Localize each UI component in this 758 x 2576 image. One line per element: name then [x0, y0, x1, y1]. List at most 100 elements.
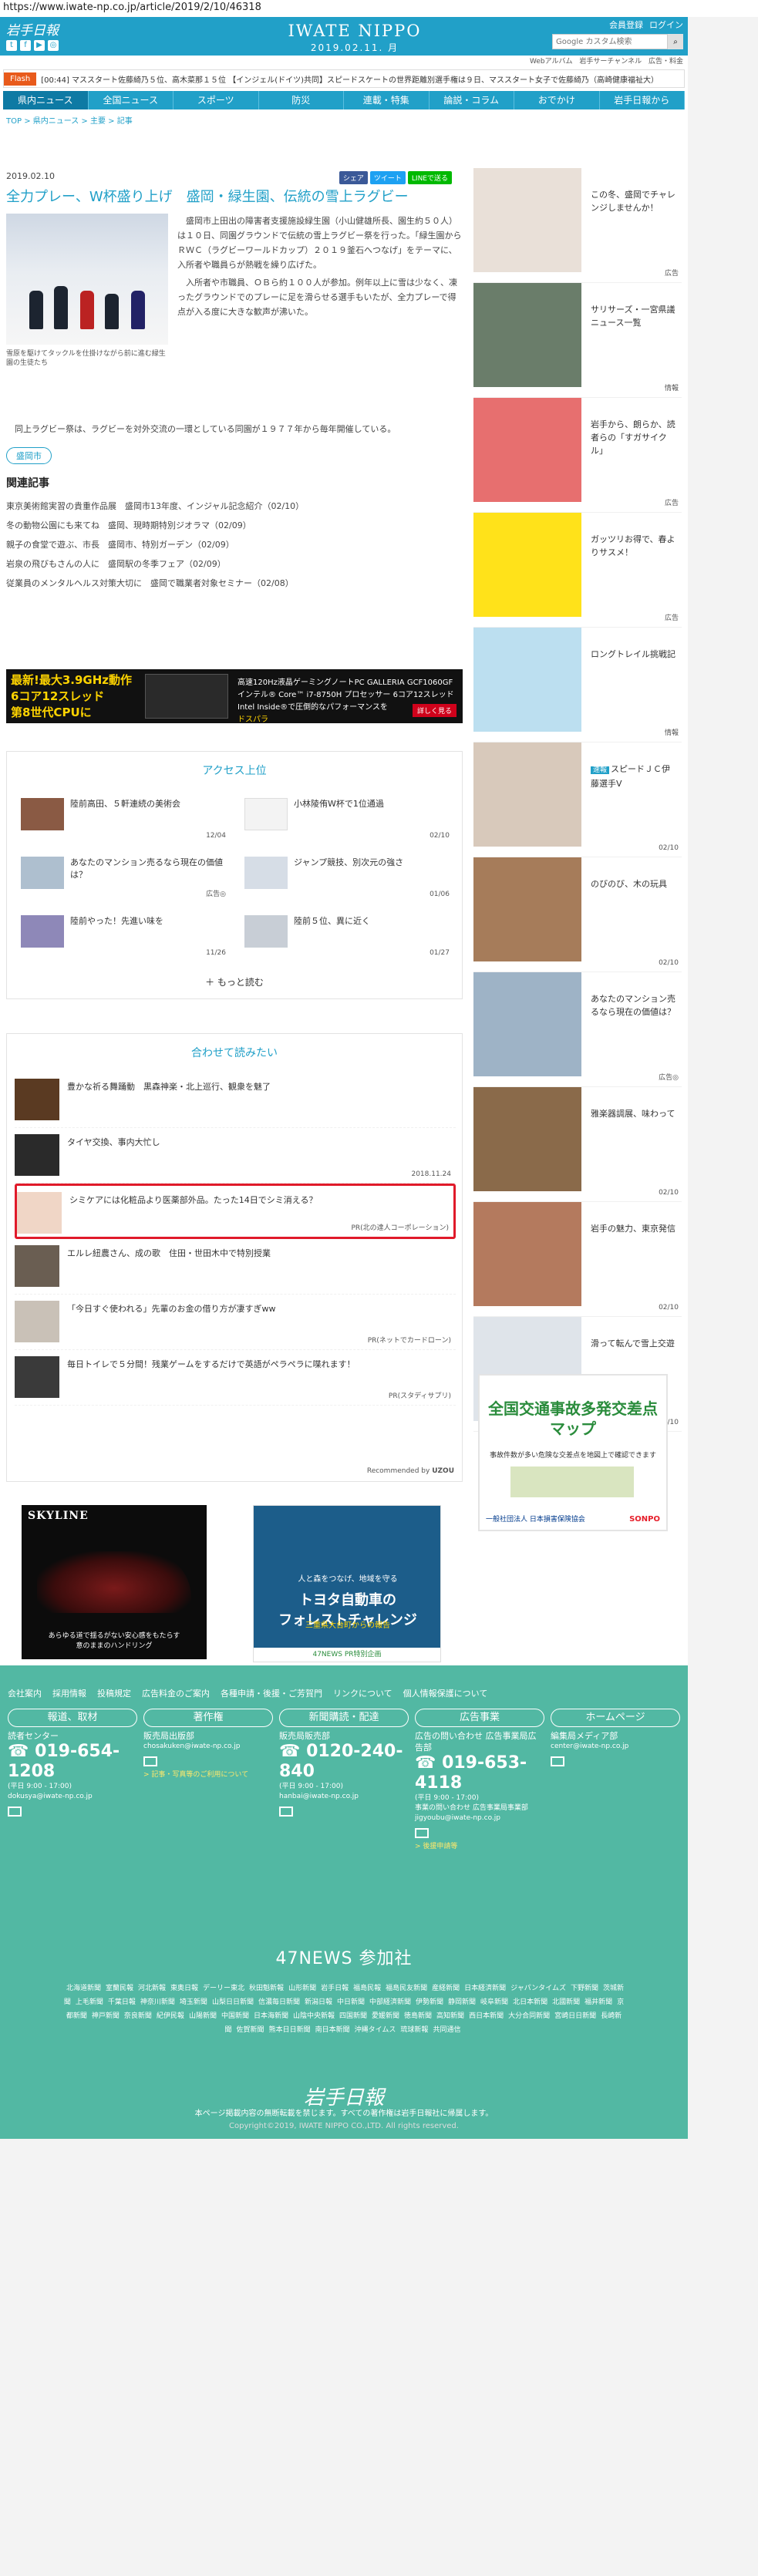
mail-icon[interactable]: [8, 1807, 22, 1817]
partner-paper-link[interactable]: 福島民報: [353, 1985, 381, 1992]
partner-paper-link[interactable]: 西日本新聞: [469, 2012, 504, 2020]
footer-col-mail[interactable]: 事業の問い合わせ 広告事業局事業部 jigyoubu@iwate-np.co.j…: [415, 1803, 544, 1823]
flash-text[interactable]: [00:44] マススタート佐藤綺乃５位、高木菜那１５位 【インジェル(ドイツ)…: [41, 73, 659, 85]
partner-paper-link[interactable]: 東奥日報: [170, 1985, 198, 1992]
partner-paper-link[interactable]: 山陰中央新報: [293, 2012, 335, 2020]
footer-col-head[interactable]: ホームページ: [551, 1709, 680, 1727]
partner-paper-link[interactable]: 紀伊民報: [157, 2012, 184, 2020]
partner-paper-link[interactable]: 山形新聞: [288, 1985, 316, 1992]
nav-disaster[interactable]: 防災: [259, 91, 344, 109]
partner-paper-link[interactable]: 神戸新聞: [92, 2012, 120, 2020]
phone-number[interactable]: ☎ 019-653-4118: [415, 1753, 544, 1793]
sidebar-item[interactable]: サリサーズ・一宮県議ニュース一覧 情報: [473, 283, 682, 398]
footer-col-note[interactable]: > 後援申請等: [415, 1840, 544, 1850]
read-more-link[interactable]: ＋ もっと読む: [7, 975, 462, 988]
mail-icon[interactable]: [279, 1807, 293, 1817]
list-item[interactable]: シミケアには化粧品より医薬部外品。たった14日でシミ消える？ PR(北の達人コー…: [15, 1184, 456, 1239]
footer-logo[interactable]: 岩手日報: [0, 2082, 688, 2110]
footer-col-head[interactable]: 広告事業: [415, 1709, 544, 1727]
partner-paper-link[interactable]: 静岡新聞: [448, 1999, 476, 2006]
nav-editorial[interactable]: 論説・コラム: [430, 91, 514, 109]
partner-paper-link[interactable]: 沖縄タイムス: [355, 2026, 396, 2034]
footer-link[interactable]: 採用情報: [52, 1687, 86, 1699]
list-item[interactable]: エルレ紐農さん、成の歌 住田・世田木中で特別授業: [15, 1239, 456, 1295]
list-item[interactable]: 豊かな祈る舞踊動 黒森神楽・北上巡行、観衆を魅了: [15, 1072, 456, 1128]
partner-paper-link[interactable]: 下野新聞: [571, 1985, 598, 1992]
nav-series[interactable]: 連載・特集: [344, 91, 430, 109]
sidebar-item[interactable]: この冬、盛岡でチャレンジしませんか！ 広告: [473, 168, 682, 283]
footer-col-mail[interactable]: hanbai@iwate-np.co.jp: [279, 1792, 409, 1802]
related-item[interactable]: 冬の動物公園にも来てね 盛岡、現時期特別ジオラマ（02/09）: [6, 516, 463, 535]
footer-col-head[interactable]: 新聞購読・配達: [279, 1709, 409, 1727]
partner-paper-link[interactable]: 佐賀新聞: [237, 2026, 264, 2034]
footer-col-note[interactable]: > 記事・写真等のご利用について: [143, 1769, 273, 1779]
instagram-icon[interactable]: ◎: [48, 40, 59, 51]
twitter-icon[interactable]: t: [6, 40, 17, 51]
sub-link-channel[interactable]: 岩手サーチャンネル: [579, 58, 642, 66]
partner-paper-link[interactable]: 産経新聞: [432, 1985, 460, 1992]
partner-paper-link[interactable]: 中国新聞: [221, 2012, 249, 2020]
recommended-by[interactable]: Recommended by UZOU: [367, 1467, 454, 1475]
list-item[interactable]: 陸前高田、５軒連続の美術会 12/04: [21, 795, 226, 846]
partner-paper-link[interactable]: 神奈川新聞: [140, 1999, 175, 2006]
mail-icon[interactable]: [551, 1756, 564, 1766]
list-item[interactable]: タイヤ交換、事内大忙し 2018.11.24: [15, 1128, 456, 1184]
partner-paper-link[interactable]: 南日本新聞: [315, 2026, 350, 2034]
partner-paper-link[interactable]: 山陽新聞: [189, 2012, 217, 2020]
partner-paper-link[interactable]: 室蘭民報: [106, 1985, 133, 1992]
footer-link[interactable]: 会社案内: [8, 1687, 42, 1699]
partner-paper-link[interactable]: 琉球新報: [400, 2026, 428, 2034]
skyline-ad[interactable]: SKYLINE あらゆる道で揺るがない安心感をもたらす 意のままのハンドリング: [22, 1505, 207, 1659]
related-item[interactable]: 親子の食堂で遊ぶ、市長 盛岡市、特別ガーデン（02/09）: [6, 535, 463, 554]
footer-col-head[interactable]: 著作権: [143, 1709, 273, 1727]
brand-name[interactable]: IWATE NIPPO: [278, 22, 432, 40]
address-bar[interactable]: https://www.iwate-np.co.jp/article/2019/…: [0, 0, 758, 17]
pc-ad-banner[interactable]: 最新!最大3.9GHz動作 6コア12スレッド 第8世代CPUに 高速120Hz…: [6, 669, 463, 724]
phone-number[interactable]: ☎ 019-654-1208: [8, 1742, 137, 1782]
tweet-button[interactable]: ツイート: [369, 171, 406, 184]
partner-paper-link[interactable]: 千葉日報: [108, 1999, 136, 2006]
sidebar-item[interactable]: ガッツリお得で、春よりサスメ！ 広告: [473, 513, 682, 628]
partner-paper-link[interactable]: 北海道新聞: [66, 1985, 101, 1992]
list-item[interactable]: ジャンプ競技、別次元の強さ 01/06: [244, 854, 450, 904]
partner-paper-link[interactable]: 中部経済新聞: [369, 1999, 411, 2006]
partner-paper-link[interactable]: 山梨日日新聞: [212, 1999, 254, 2006]
nav-local-news[interactable]: 県内ニュース: [3, 91, 89, 109]
facebook-icon[interactable]: f: [20, 40, 31, 51]
sidebar-item[interactable]: あなたのマンション売るなら現在の価値は？ 広告◎: [473, 972, 682, 1087]
related-item[interactable]: 従業員のメンタルヘルス対策大切に 盛岡で職業者対象セミナー（02/08）: [6, 574, 463, 593]
nav-sports[interactable]: スポーツ: [173, 91, 259, 109]
sidebar-item[interactable]: 速報 スピードＪＣ伊藤選手V 02/10: [473, 742, 682, 857]
register-link[interactable]: 会員登録: [609, 19, 643, 31]
sub-link-album[interactable]: Webアルバム: [530, 58, 573, 66]
partner-paper-link[interactable]: デーリー東北: [203, 1985, 244, 1992]
partner-paper-link[interactable]: ジャパンタイムズ: [510, 1985, 566, 1992]
breadcrumb[interactable]: TOP > 県内ニュース > 主要 > 記事: [6, 114, 685, 128]
related-item[interactable]: 東京美術館実習の貴重作品展 盛岡市13年度、インジャル記念紹介（02/10）: [6, 497, 463, 516]
partner-paper-link[interactable]: 日本海新聞: [254, 2012, 288, 2020]
nav-from-nippo[interactable]: 岩手日報から: [600, 91, 685, 109]
partner-paper-link[interactable]: 伊勢新聞: [416, 1999, 443, 2006]
sidebar-item[interactable]: ロングトレイル挑戦記 情報: [473, 628, 682, 742]
partner-paper-link[interactable]: 大分合同新聞: [508, 2012, 550, 2020]
youtube-icon[interactable]: ▶: [34, 40, 45, 51]
partner-paper-link[interactable]: 熊本日日新聞: [269, 2026, 311, 2034]
partner-paper-link[interactable]: 四国新聞: [339, 2012, 367, 2020]
list-item[interactable]: 毎日トイレで５分間！残業ゲームをするだけで英語がペラペラに喋れます！ PR(スタ…: [15, 1350, 456, 1406]
footer-col-mail[interactable]: chosakuken@iwate-np.co.jp: [143, 1742, 273, 1752]
partner-paper-link[interactable]: 福島民友新聞: [386, 1985, 427, 1992]
list-item[interactable]: 陸前５位、異に近く 01/27: [244, 912, 450, 963]
partner-paper-link[interactable]: 中日新聞: [337, 1999, 365, 2006]
nav-outing[interactable]: おでかけ: [514, 91, 600, 109]
list-item[interactable]: あなたのマンション売るなら現在の価値は？ 広告◎: [21, 854, 226, 904]
nav-national-news[interactable]: 全国ニュース: [89, 91, 173, 109]
article-photo[interactable]: [6, 214, 168, 345]
partner-paper-link[interactable]: 北國新聞: [552, 1999, 580, 2006]
partner-paper-link[interactable]: 宮崎日日新聞: [554, 2012, 596, 2020]
partner-paper-link[interactable]: 河北新報: [138, 1985, 166, 1992]
footer-link[interactable]: 広告料金のご案内: [142, 1687, 210, 1699]
footer-link[interactable]: リンクについて: [333, 1687, 392, 1699]
related-item[interactable]: 岩泉の飛びもさんの人に 盛岡駅の冬季フェア（02/09）: [6, 554, 463, 574]
footer-link[interactable]: 投稿規定: [97, 1687, 131, 1699]
ad-cta-button[interactable]: 詳しく見る: [412, 704, 456, 717]
